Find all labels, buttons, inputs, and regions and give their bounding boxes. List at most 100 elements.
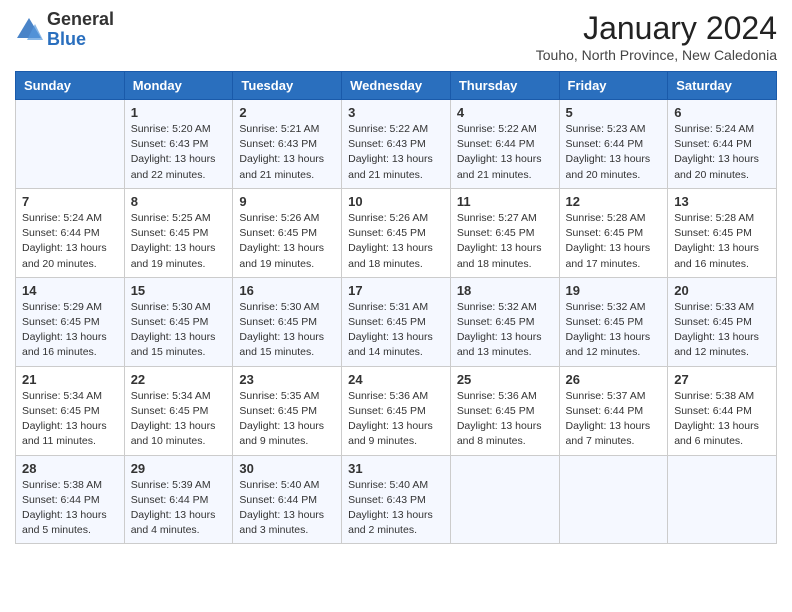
day-number: 4 (457, 105, 553, 120)
calendar-cell: 17Sunrise: 5:31 AM Sunset: 6:45 PM Dayli… (342, 277, 451, 366)
calendar-cell: 1 Sunrise: 5:20 AM Sunset: 6:43 PM Daylig… (124, 100, 233, 189)
month-title: January 2024 (536, 10, 777, 47)
day-number: 7 (22, 194, 118, 209)
day-number: 18 (457, 283, 553, 298)
day-number: 22 (131, 372, 227, 387)
day-number: 17 (348, 283, 444, 298)
day-number: 19 (566, 283, 662, 298)
day-info: Sunrise: 5:36 AM Sunset: 6:45 PM Dayligh… (457, 389, 553, 450)
day-info: Sunrise: 5:32 AM Sunset: 6:45 PM Dayligh… (566, 300, 662, 361)
logo-blue: Blue (47, 30, 114, 50)
day-info: Sunrise: 5:40 AM Sunset: 6:43 PM Dayligh… (348, 478, 444, 539)
day-info: Sunrise: 5:27 AM Sunset: 6:45 PM Dayligh… (457, 211, 553, 272)
calendar-cell: 21 Sunrise: 5:34 AM Sunset: 6:45 PM Dayli… (16, 366, 125, 455)
day-number: 11 (457, 194, 553, 209)
day-number: 28 (22, 461, 118, 476)
calendar-cell: 6 Sunrise: 5:24 AM Sunset: 6:44 PM Daylig… (668, 100, 777, 189)
calendar-cell: 2Sunrise: 5:21 AM Sunset: 6:43 PM Daylig… (233, 100, 342, 189)
day-info: Sunrise: 5:22 AM Sunset: 6:44 PM Dayligh… (457, 122, 553, 183)
day-info: Sunrise: 5:30 AM Sunset: 6:45 PM Dayligh… (131, 300, 227, 361)
calendar-cell: 27 Sunrise: 5:38 AM Sunset: 6:44 PM Dayli… (668, 366, 777, 455)
calendar-cell: 7 Sunrise: 5:24 AM Sunset: 6:44 PM Daylig… (16, 188, 125, 277)
day-number: 8 (131, 194, 227, 209)
calendar-cell: 3 Sunrise: 5:22 AM Sunset: 6:43 PM Daylig… (342, 100, 451, 189)
calendar-week-row: 28 Sunrise: 5:38 AM Sunset: 6:44 PM Dayli… (16, 455, 777, 544)
calendar-cell: 30Sunrise: 5:40 AM Sunset: 6:44 PM Dayli… (233, 455, 342, 544)
day-number: 14 (22, 283, 118, 298)
day-info: Sunrise: 5:20 AM Sunset: 6:43 PM Dayligh… (131, 122, 227, 183)
page-header: General Blue January 2024 Touho, North P… (15, 10, 777, 63)
day-info: Sunrise: 5:36 AM Sunset: 6:45 PM Dayligh… (348, 389, 444, 450)
day-number: 12 (566, 194, 662, 209)
calendar-cell: 14Sunrise: 5:29 AM Sunset: 6:45 PM Dayli… (16, 277, 125, 366)
day-info: Sunrise: 5:24 AM Sunset: 6:44 PM Dayligh… (22, 211, 118, 272)
weekday-header: Tuesday (233, 72, 342, 100)
calendar-week-row: 14Sunrise: 5:29 AM Sunset: 6:45 PM Dayli… (16, 277, 777, 366)
title-block: January 2024 Touho, North Province, New … (536, 10, 777, 63)
weekday-header-row: SundayMondayTuesdayWednesdayThursdayFrid… (16, 72, 777, 100)
calendar-week-row: 1 Sunrise: 5:20 AM Sunset: 6:43 PM Daylig… (16, 100, 777, 189)
day-info: Sunrise: 5:22 AM Sunset: 6:43 PM Dayligh… (348, 122, 444, 183)
day-number: 13 (674, 194, 770, 209)
weekday-header: Saturday (668, 72, 777, 100)
calendar-cell: 10 Sunrise: 5:26 AM Sunset: 6:45 PM Dayli… (342, 188, 451, 277)
location-subtitle: Touho, North Province, New Caledonia (536, 47, 777, 63)
calendar-cell: 23Sunrise: 5:35 AM Sunset: 6:45 PM Dayli… (233, 366, 342, 455)
day-number: 31 (348, 461, 444, 476)
day-info: Sunrise: 5:34 AM Sunset: 6:45 PM Dayligh… (131, 389, 227, 450)
day-number: 1 (131, 105, 227, 120)
day-number: 20 (674, 283, 770, 298)
day-info: Sunrise: 5:33 AM Sunset: 6:45 PM Dayligh… (674, 300, 770, 361)
day-info: Sunrise: 5:39 AM Sunset: 6:44 PM Dayligh… (131, 478, 227, 539)
day-number: 16 (239, 283, 335, 298)
day-info: Sunrise: 5:35 AM Sunset: 6:45 PM Dayligh… (239, 389, 335, 450)
day-info: Sunrise: 5:38 AM Sunset: 6:44 PM Dayligh… (22, 478, 118, 539)
day-number: 27 (674, 372, 770, 387)
calendar-cell: 13 Sunrise: 5:28 AM Sunset: 6:45 PM Dayli… (668, 188, 777, 277)
day-info: Sunrise: 5:32 AM Sunset: 6:45 PM Dayligh… (457, 300, 553, 361)
day-info: Sunrise: 5:38 AM Sunset: 6:44 PM Dayligh… (674, 389, 770, 450)
weekday-header: Friday (559, 72, 668, 100)
calendar-cell: 20 Sunrise: 5:33 AM Sunset: 6:45 PM Dayli… (668, 277, 777, 366)
day-info: Sunrise: 5:30 AM Sunset: 6:45 PM Dayligh… (239, 300, 335, 361)
calendar-cell: 29 Sunrise: 5:39 AM Sunset: 6:44 PM Dayli… (124, 455, 233, 544)
day-number: 24 (348, 372, 444, 387)
calendar-cell (16, 100, 125, 189)
calendar-cell (559, 455, 668, 544)
calendar-cell: 19 Sunrise: 5:32 AM Sunset: 6:45 PM Dayli… (559, 277, 668, 366)
day-info: Sunrise: 5:26 AM Sunset: 6:45 PM Dayligh… (348, 211, 444, 272)
weekday-header: Thursday (450, 72, 559, 100)
day-number: 29 (131, 461, 227, 476)
logo: General Blue (15, 10, 114, 50)
day-info: Sunrise: 5:24 AM Sunset: 6:44 PM Dayligh… (674, 122, 770, 183)
logo-text: General Blue (47, 10, 114, 50)
calendar-cell: 15Sunrise: 5:30 AM Sunset: 6:45 PM Dayli… (124, 277, 233, 366)
calendar-table: SundayMondayTuesdayWednesdayThursdayFrid… (15, 71, 777, 544)
calendar-cell: 28 Sunrise: 5:38 AM Sunset: 6:44 PM Dayli… (16, 455, 125, 544)
day-number: 9 (239, 194, 335, 209)
calendar-cell: 22 Sunrise: 5:34 AM Sunset: 6:45 PM Dayli… (124, 366, 233, 455)
day-number: 25 (457, 372, 553, 387)
day-number: 21 (22, 372, 118, 387)
weekday-header: Sunday (16, 72, 125, 100)
calendar-cell: 11 Sunrise: 5:27 AM Sunset: 6:45 PM Dayli… (450, 188, 559, 277)
day-info: Sunrise: 5:26 AM Sunset: 6:45 PM Dayligh… (239, 211, 335, 272)
day-number: 5 (566, 105, 662, 120)
day-info: Sunrise: 5:34 AM Sunset: 6:45 PM Dayligh… (22, 389, 118, 450)
logo-icon (15, 16, 43, 44)
weekday-header: Wednesday (342, 72, 451, 100)
weekday-header: Monday (124, 72, 233, 100)
day-number: 10 (348, 194, 444, 209)
day-info: Sunrise: 5:21 AM Sunset: 6:43 PM Dayligh… (239, 122, 335, 183)
calendar-cell: 24 Sunrise: 5:36 AM Sunset: 6:45 PM Dayli… (342, 366, 451, 455)
day-number: 6 (674, 105, 770, 120)
calendar-cell: 18 Sunrise: 5:32 AM Sunset: 6:45 PM Dayli… (450, 277, 559, 366)
day-number: 3 (348, 105, 444, 120)
day-info: Sunrise: 5:28 AM Sunset: 6:45 PM Dayligh… (566, 211, 662, 272)
day-info: Sunrise: 5:28 AM Sunset: 6:45 PM Dayligh… (674, 211, 770, 272)
day-info: Sunrise: 5:25 AM Sunset: 6:45 PM Dayligh… (131, 211, 227, 272)
calendar-cell: 12 Sunrise: 5:28 AM Sunset: 6:45 PM Dayli… (559, 188, 668, 277)
calendar-cell: 25 Sunrise: 5:36 AM Sunset: 6:45 PM Dayli… (450, 366, 559, 455)
day-number: 30 (239, 461, 335, 476)
logo-general: General (47, 10, 114, 30)
